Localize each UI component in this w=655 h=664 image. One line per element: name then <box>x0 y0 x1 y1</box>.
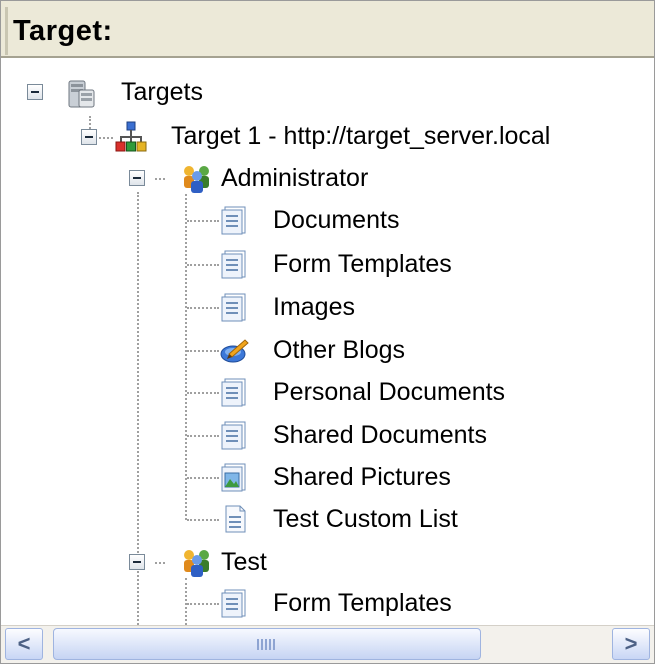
collapse-targets-button[interactable] <box>27 84 43 100</box>
document-library-icon <box>221 378 246 407</box>
tree-node-targets[interactable]: Targets <box>121 77 203 107</box>
server-stack-icon <box>68 80 95 108</box>
collapse-target1-button[interactable] <box>81 129 97 145</box>
tree-node-shared-pictures[interactable]: Shared Pictures <box>273 462 451 492</box>
tree-line-item <box>187 435 219 437</box>
chevron-left-icon: < <box>17 631 31 656</box>
users-group-icon <box>184 550 209 577</box>
tree-line-item <box>187 264 219 266</box>
tree-line-item <box>187 307 219 309</box>
tree-line-target <box>99 137 113 139</box>
scroll-right-button[interactable]: > <box>612 628 650 660</box>
collapse-administrator-button[interactable] <box>129 170 145 186</box>
scroll-left-button[interactable]: < <box>5 628 43 660</box>
tree-node-form-templates[interactable]: Form Templates <box>273 249 452 279</box>
tree-node-shared-documents[interactable]: Shared Documents <box>273 420 487 450</box>
tree-node-target1[interactable]: Target 1 - http://target_server.local <box>171 121 550 151</box>
grip-icon <box>257 639 277 650</box>
horizontal-scrollbar[interactable]: < > <box>1 625 654 663</box>
picture-library-icon <box>221 463 246 492</box>
users-group-icon <box>184 166 209 193</box>
tree-node-other-blogs[interactable]: Other Blogs <box>273 335 405 365</box>
document-library-icon <box>221 250 246 279</box>
tree-line-item <box>187 220 219 222</box>
tree-line-admin <box>155 178 165 180</box>
tree-node-administrator[interactable]: Administrator <box>221 163 368 193</box>
tree-node-personal-documents[interactable]: Personal Documents <box>273 377 505 407</box>
network-icon <box>115 121 147 152</box>
tree-line-test <box>155 562 165 564</box>
collapse-test-button[interactable] <box>129 554 145 570</box>
tree-node-test-form-templates[interactable]: Form Templates <box>273 588 452 618</box>
target-panel: Target: Targets Target 1 - http://target… <box>0 0 655 664</box>
tree-line-item <box>187 603 219 605</box>
header-grip <box>5 7 8 55</box>
tree-node-documents[interactable]: Documents <box>273 205 399 235</box>
tree-line-item <box>187 350 219 352</box>
chevron-right-icon: > <box>624 631 638 656</box>
target-tree[interactable]: Targets Target 1 - http://target_server.… <box>1 60 654 625</box>
tree-line-item <box>187 519 219 521</box>
document-library-icon <box>221 421 246 450</box>
tree-node-test-custom-list[interactable]: Test Custom List <box>273 504 458 534</box>
blog-icon <box>220 339 249 363</box>
document-library-icon <box>221 589 246 618</box>
tree-node-test[interactable]: Test <box>221 547 267 577</box>
tree-line-test-children <box>185 578 187 625</box>
tree-line-item <box>187 392 219 394</box>
scroll-thumb[interactable] <box>53 628 481 660</box>
tree-line-admin-children <box>185 194 187 520</box>
document-library-icon <box>221 293 246 322</box>
panel-title: Target: <box>13 15 113 47</box>
custom-list-icon <box>225 505 246 533</box>
tree-line-item <box>187 477 219 479</box>
panel-header: Target: <box>1 1 654 58</box>
document-library-icon <box>221 206 246 235</box>
tree-node-images[interactable]: Images <box>273 292 355 322</box>
